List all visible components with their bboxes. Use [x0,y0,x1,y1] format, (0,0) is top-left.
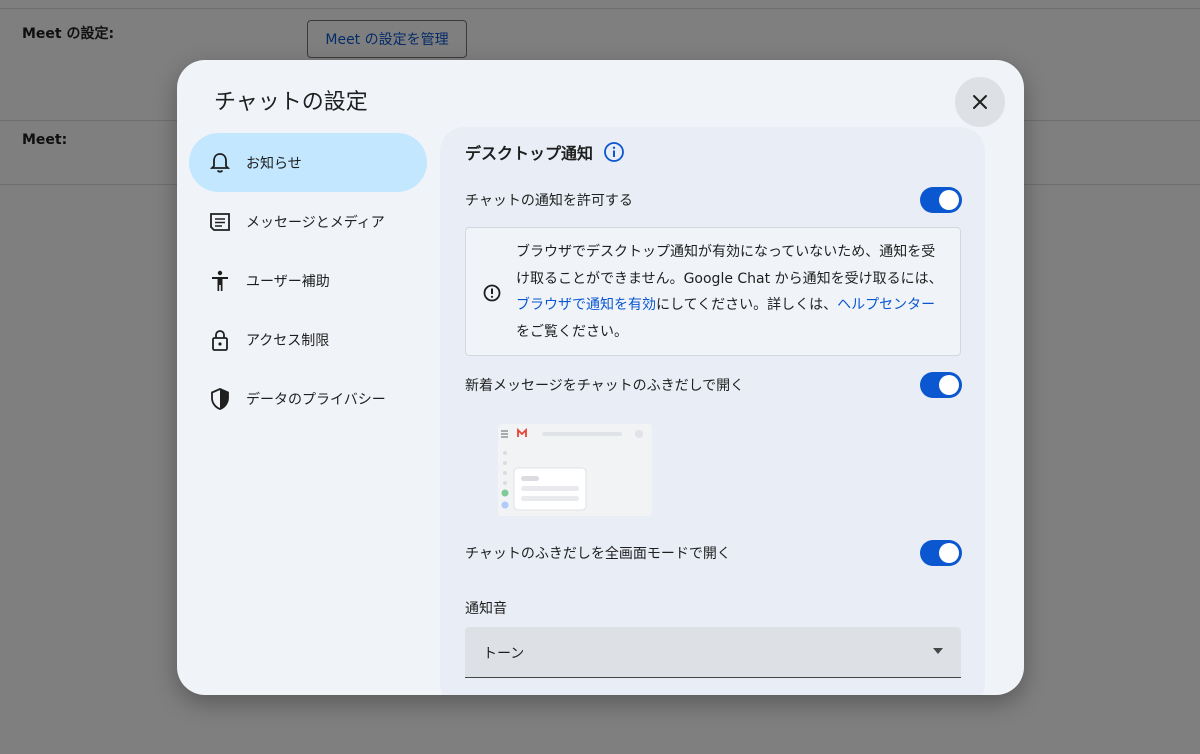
accessibility-icon [209,270,231,292]
notification-sound-value: トーン [483,646,525,662]
settings-sidebar: お知らせ メッセージとメディア ユーザー補助 アクセス制限 データのプライバシー [189,133,427,428]
section-title: デスクトップ通知 [465,140,625,164]
notification-warning: ブラウザでデスクトップ通知が有効になっていないため、通知を受け取ることができませ… [465,227,961,356]
notification-sound-select[interactable]: トーン [465,627,961,678]
warning-text-part: ブラウザでデスクトップ通知が有効になっていないため、通知を受け取ることができませ… [516,244,943,287]
toggle-knob [939,375,959,395]
sidebar-item-label: データのプライバシー [246,391,386,408]
shield-icon [209,387,231,410]
open-in-bubble-label: 新着メッセージをチャットのふきだしで開く [465,378,745,394]
sidebar-item-notifications[interactable]: お知らせ [189,133,427,192]
close-button[interactable] [955,77,1005,127]
section-title-text: デスクトップ通知 [465,144,594,163]
chat-settings-dialog: チャットの設定 お知らせ メッセージとメディア ユーザー補助 アクセス制限 デー… [177,60,1024,695]
allow-notifications-toggle[interactable] [920,187,962,213]
toggle-knob [939,543,959,563]
allow-notifications-label: チャットの通知を許可する [465,193,633,209]
dialog-title: チャットの設定 [214,90,368,115]
sidebar-item-label: メッセージとメディア [246,214,385,231]
sidebar-item-accessibility[interactable]: ユーザー補助 [189,251,427,310]
warning-text: ブラウザでデスクトップ通知が有効になっていないため、通知を受け取ることができませ… [516,239,948,345]
info-icon[interactable] [603,141,625,163]
sidebar-item-data-privacy[interactable]: データのプライバシー [189,369,427,428]
dropdown-arrow-icon [933,648,943,654]
sidebar-item-label: ユーザー補助 [246,273,330,290]
preview-graphic [498,424,652,516]
error-icon [483,284,501,302]
sidebar-item-label: アクセス制限 [246,332,330,349]
toggle-knob [939,190,959,210]
sidebar-item-label: お知らせ [246,155,302,172]
fullscreen-bubble-toggle[interactable] [920,540,962,566]
notification-sound-label: 通知音 [465,601,507,617]
enable-notifications-link[interactable]: ブラウザで通知を有効 [516,297,656,313]
warning-text-part: をご覧ください。 [516,323,628,340]
open-in-bubble-toggle[interactable] [920,372,962,398]
chat-bubble-preview-illustration [498,424,652,516]
close-icon [973,95,987,109]
fullscreen-bubble-label: チャットのふきだしを全画面モードで開く [465,546,731,562]
help-center-link[interactable]: ヘルプセンター [837,297,935,313]
sidebar-item-messages-media[interactable]: メッセージとメディア [189,192,427,251]
bell-icon [209,152,231,174]
message-icon [209,211,231,233]
notifications-panel: デスクトップ通知 チャットの通知を許可する ブラウザでデスクトップ通知が有効にな… [440,127,985,695]
warning-text-part: にしてください。詳しくは、 [656,297,838,313]
lock-icon [209,329,231,351]
sidebar-item-access-restrictions[interactable]: アクセス制限 [189,310,427,369]
